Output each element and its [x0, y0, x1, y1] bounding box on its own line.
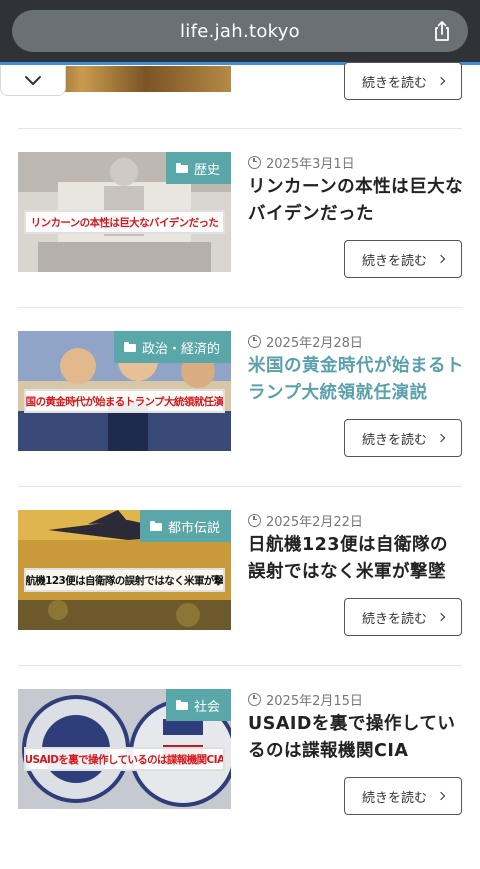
address-bar[interactable]: life.jah.tokyo [12, 10, 468, 52]
divider [18, 486, 462, 487]
folder-icon [123, 342, 136, 352]
date-text: 2025年3月1日 [266, 156, 355, 172]
chevron-right-icon [436, 791, 446, 801]
chevron-right-icon [436, 254, 446, 264]
chevron-right-icon [436, 76, 446, 86]
share-icon[interactable] [430, 19, 454, 43]
article-title[interactable]: USAIDを裏で操作しているのは諜報機関CIA [248, 711, 464, 765]
divider [18, 307, 462, 308]
category-badge[interactable]: 社会 [165, 689, 231, 721]
read-more-button[interactable]: 続きを読む [344, 777, 462, 815]
category-badge[interactable]: 歴史 [165, 152, 231, 184]
article-title[interactable]: リンカーンの本性は巨大なバイデンだった [248, 174, 464, 228]
read-more-button[interactable]: 続きを読む [344, 419, 462, 457]
read-more-label: 続きを読む [361, 790, 427, 806]
article-card: 歴史 リンカーンの本性は巨大なバイデンだった 2025年3月1日 リンカーンの本… [0, 152, 480, 332]
date-text: 2025年2月15日 [266, 693, 363, 709]
clock-icon [248, 513, 261, 527]
clock-icon [248, 334, 261, 348]
article-thumbnail[interactable]: 政治・経済的 米国の黄金時代が始まるトランプ大統領就任演説 [18, 331, 231, 451]
divider [18, 665, 462, 666]
read-more-button[interactable]: 続きを読む [344, 240, 462, 278]
collapse-toggle[interactable] [0, 66, 66, 96]
article-card: 社会 USAIDを裏で操作しているのは諜報機関CIA 2025年2月15日 US… [0, 689, 480, 869]
post-date: 2025年3月1日 [248, 152, 355, 172]
read-more-label: 続きを読む [361, 611, 427, 627]
url-text: life.jah.tokyo [179, 20, 300, 42]
category-label: 歴史 [193, 162, 220, 178]
date-text: 2025年2月28日 [266, 335, 363, 351]
clock-icon [248, 692, 261, 706]
folder-icon [175, 700, 188, 710]
chevron-right-icon [436, 612, 446, 622]
divider [18, 128, 462, 129]
article-title[interactable]: 米国の黄金時代が始まるトランプ大統領就任演説 [248, 353, 464, 407]
folder-icon [149, 521, 162, 531]
article-card: 都市伝説 日航機123便は自衛隊の誤射ではなく米軍が撃墜 2025年2月22日 … [0, 510, 480, 690]
post-date: 2025年2月28日 [248, 331, 363, 351]
read-more-label: 続きを読む [361, 253, 427, 269]
thumbnail-caption: リンカーンの本性は巨大なバイデンだった [24, 210, 225, 234]
category-label: 社会 [193, 699, 220, 715]
post-date: 2025年2月22日 [248, 510, 363, 530]
clock-icon [248, 155, 261, 169]
read-more-button[interactable]: 続きを読む [344, 598, 462, 636]
category-badge[interactable]: 政治・経済的 [113, 331, 231, 363]
article-thumbnail[interactable]: 社会 USAIDを裏で操作しているのは諜報機関CIA [18, 689, 231, 809]
article-thumbnail[interactable]: 都市伝説 日航機123便は自衛隊の誤射ではなく米軍が撃墜 [18, 510, 231, 630]
thumbnail-caption: 米国の黄金時代が始まるトランプ大統領就任演説 [24, 389, 225, 413]
article-thumbnail[interactable]: 歴史 リンカーンの本性は巨大なバイデンだった [18, 152, 231, 272]
thumbnail-caption: 日航機123便は自衛隊の誤射ではなく米軍が撃墜 [24, 568, 225, 592]
read-more-button[interactable]: 続きを読む [344, 62, 462, 100]
article-card: 政治・経済的 米国の黄金時代が始まるトランプ大統領就任演説 2025年2月28日… [0, 331, 480, 511]
category-badge[interactable]: 都市伝説 [139, 510, 231, 542]
chevron-right-icon [436, 433, 446, 443]
thumbnail-caption: USAIDを裏で操作しているのは諜報機関CIA [24, 747, 225, 771]
date-text: 2025年2月22日 [266, 514, 363, 530]
category-label: 都市伝説 [167, 520, 220, 536]
article-title[interactable]: 日航機123便は自衛隊の誤射ではなく米軍が撃墜 [248, 532, 464, 586]
chevron-down-icon [25, 75, 41, 85]
read-more-label: 続きを読む [361, 432, 427, 448]
post-date: 2025年2月15日 [248, 689, 363, 709]
category-label: 政治・経済的 [141, 341, 220, 357]
folder-icon [175, 163, 188, 173]
read-more-label: 続きを読む [361, 75, 427, 91]
browser-toolbar: life.jah.tokyo [0, 0, 480, 62]
